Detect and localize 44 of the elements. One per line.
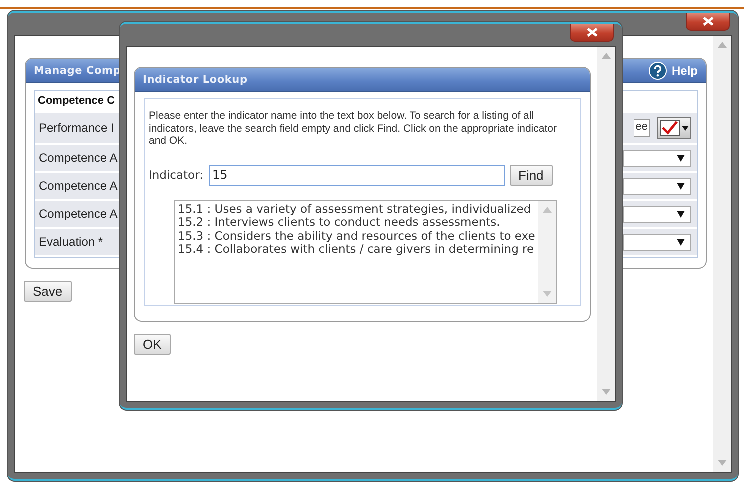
field-label: Competence A	[39, 151, 118, 165]
select-field[interactable]	[623, 234, 691, 250]
field-label: Competence A	[39, 179, 118, 193]
scrollbar[interactable]	[538, 200, 556, 302]
caret-icon	[682, 126, 688, 130]
select-field[interactable]	[623, 206, 691, 222]
indicator-field[interactable]: 15	[208, 164, 504, 186]
ok-button[interactable]: OK	[134, 334, 171, 355]
help-icon	[648, 62, 667, 80]
scroll-down-icon[interactable]	[718, 460, 726, 466]
checkmark-icon	[660, 120, 680, 136]
scroll-up-icon[interactable]	[718, 42, 726, 48]
save-button[interactable]: Save	[24, 281, 72, 302]
text-field[interactable]: ee	[634, 119, 650, 137]
list-item[interactable]: 15.4 : Collaborates with clients / care givers in determining re	[177, 243, 538, 256]
dialog-title: Indicator Lookup	[143, 74, 248, 86]
scrollbar[interactable]	[597, 47, 615, 401]
list-item[interactable]: 15.1 : Uses a variety of assessment strategies, individualized	[177, 202, 538, 216]
close-icon	[702, 17, 714, 26]
field-label: Competence A	[39, 207, 118, 221]
caret-icon	[677, 182, 685, 190]
form-heading: Competence C	[37, 94, 116, 109]
field-label: Evaluation *	[39, 235, 104, 249]
close-button[interactable]	[686, 13, 730, 31]
select-field[interactable]	[623, 178, 691, 194]
scroll-down-icon[interactable]	[602, 389, 610, 395]
list-item[interactable]: 15.2 : Interviews clients to conduct needs assessments.	[177, 216, 538, 230]
field-label: Indicator:	[149, 168, 204, 182]
panel-title: Manage Comp	[34, 64, 122, 76]
instructions-text: Please enter the indicator name into the text box below. To search for a listing of all indicators, leave the search field empty and click Find. Click on the appropriate indicator and OK.	[149, 110, 558, 148]
scroll-up-icon[interactable]	[542, 206, 552, 212]
list-item[interactable]: 15.3 : Considers the ability and resources of the clients to exe	[177, 230, 538, 243]
select-field[interactable]	[623, 150, 691, 166]
caret-icon	[677, 238, 685, 246]
scroll-down-icon[interactable]	[542, 290, 552, 296]
field-label: Performance I	[39, 121, 114, 135]
caret-icon	[677, 210, 685, 218]
help-link[interactable]: Help	[648, 62, 698, 80]
close-icon	[586, 28, 598, 37]
scrollbar[interactable]	[713, 36, 731, 472]
find-button[interactable]: Find	[510, 164, 553, 186]
close-button[interactable]	[570, 24, 614, 42]
caret-icon	[677, 154, 685, 162]
checkmark-button[interactable]	[657, 117, 691, 139]
